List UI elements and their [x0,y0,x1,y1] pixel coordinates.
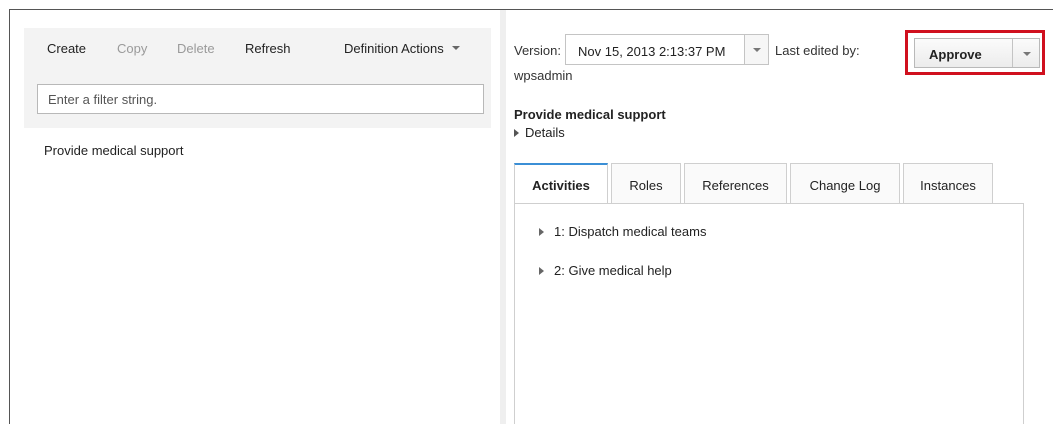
approve-button[interactable]: Approve [914,38,1040,68]
copy-button[interactable]: Copy [117,41,147,56]
activity-label: 2: Give medical help [554,263,672,278]
approve-dropdown-arrow[interactable] [1012,39,1039,67]
last-edited-label: Last edited by: [775,43,860,58]
refresh-button[interactable]: Refresh [245,41,291,56]
expand-triangle-icon [539,267,544,275]
tab-instances[interactable]: Instances [903,163,993,204]
create-button[interactable]: Create [47,41,86,56]
chevron-down-icon [753,48,761,52]
definition-actions-menu[interactable]: Definition Actions [344,41,460,56]
definition-title: Provide medical support [514,107,666,122]
tab-roles[interactable]: Roles [611,163,681,204]
tree-item-provide-medical-support[interactable]: Provide medical support [44,143,183,158]
chevron-down-icon [1023,52,1031,56]
chevron-down-icon [451,45,460,50]
activity-label: 1: Dispatch medical teams [554,224,707,239]
last-edited-user: wpsadmin [514,68,573,83]
version-label: Version: [514,43,561,58]
expand-triangle-icon [539,228,544,236]
tab-activities[interactable]: Activities [514,163,608,204]
filter-input[interactable] [37,84,484,114]
definition-toolbar: Create Copy Delete Refresh Definition Ac… [24,28,491,74]
activity-item[interactable]: 2: Give medical help [539,263,672,278]
delete-button[interactable]: Delete [177,41,215,56]
tab-references[interactable]: References [684,163,787,204]
version-dropdown-arrow[interactable] [744,35,768,64]
version-selected-value: Nov 15, 2013 2:13:37 PM [578,44,726,59]
panel-splitter[interactable] [500,10,506,424]
expand-triangle-icon [514,129,519,137]
details-label: Details [525,125,565,140]
approve-button-label: Approve [929,47,982,62]
activity-item[interactable]: 1: Dispatch medical teams [539,224,706,239]
details-toggle[interactable]: Details [514,125,565,140]
tab-change-log[interactable]: Change Log [790,163,900,204]
version-select[interactable]: Nov 15, 2013 2:13:37 PM [565,34,769,65]
definition-actions-label: Definition Actions [344,41,444,56]
